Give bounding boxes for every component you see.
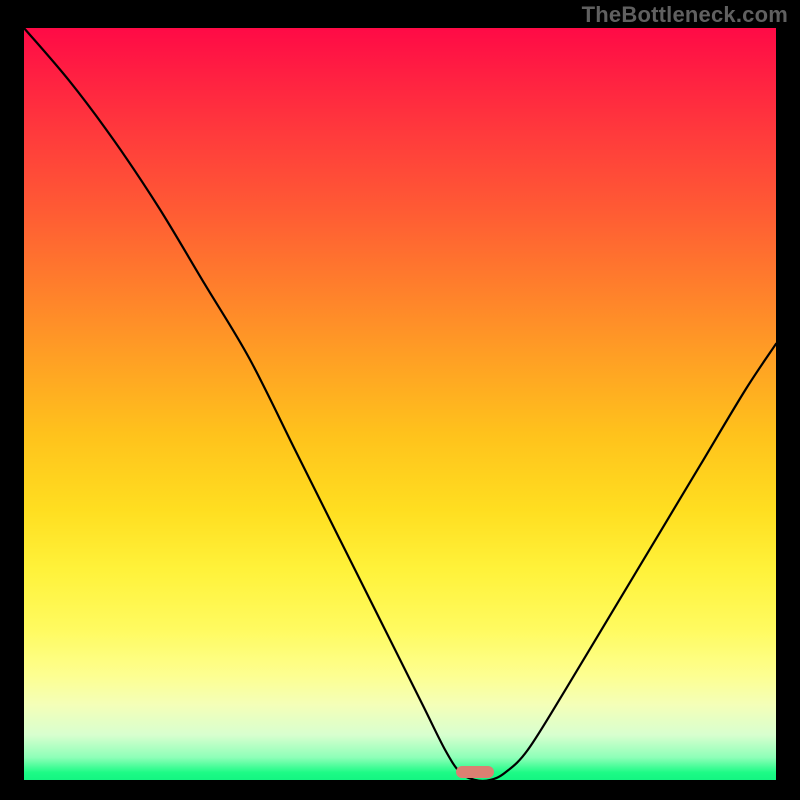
plot-area xyxy=(24,28,776,780)
curve-path xyxy=(24,28,776,780)
chart-frame: TheBottleneck.com xyxy=(0,0,800,800)
bottleneck-curve xyxy=(24,28,776,780)
min-marker xyxy=(456,766,494,778)
watermark-text: TheBottleneck.com xyxy=(582,2,788,28)
